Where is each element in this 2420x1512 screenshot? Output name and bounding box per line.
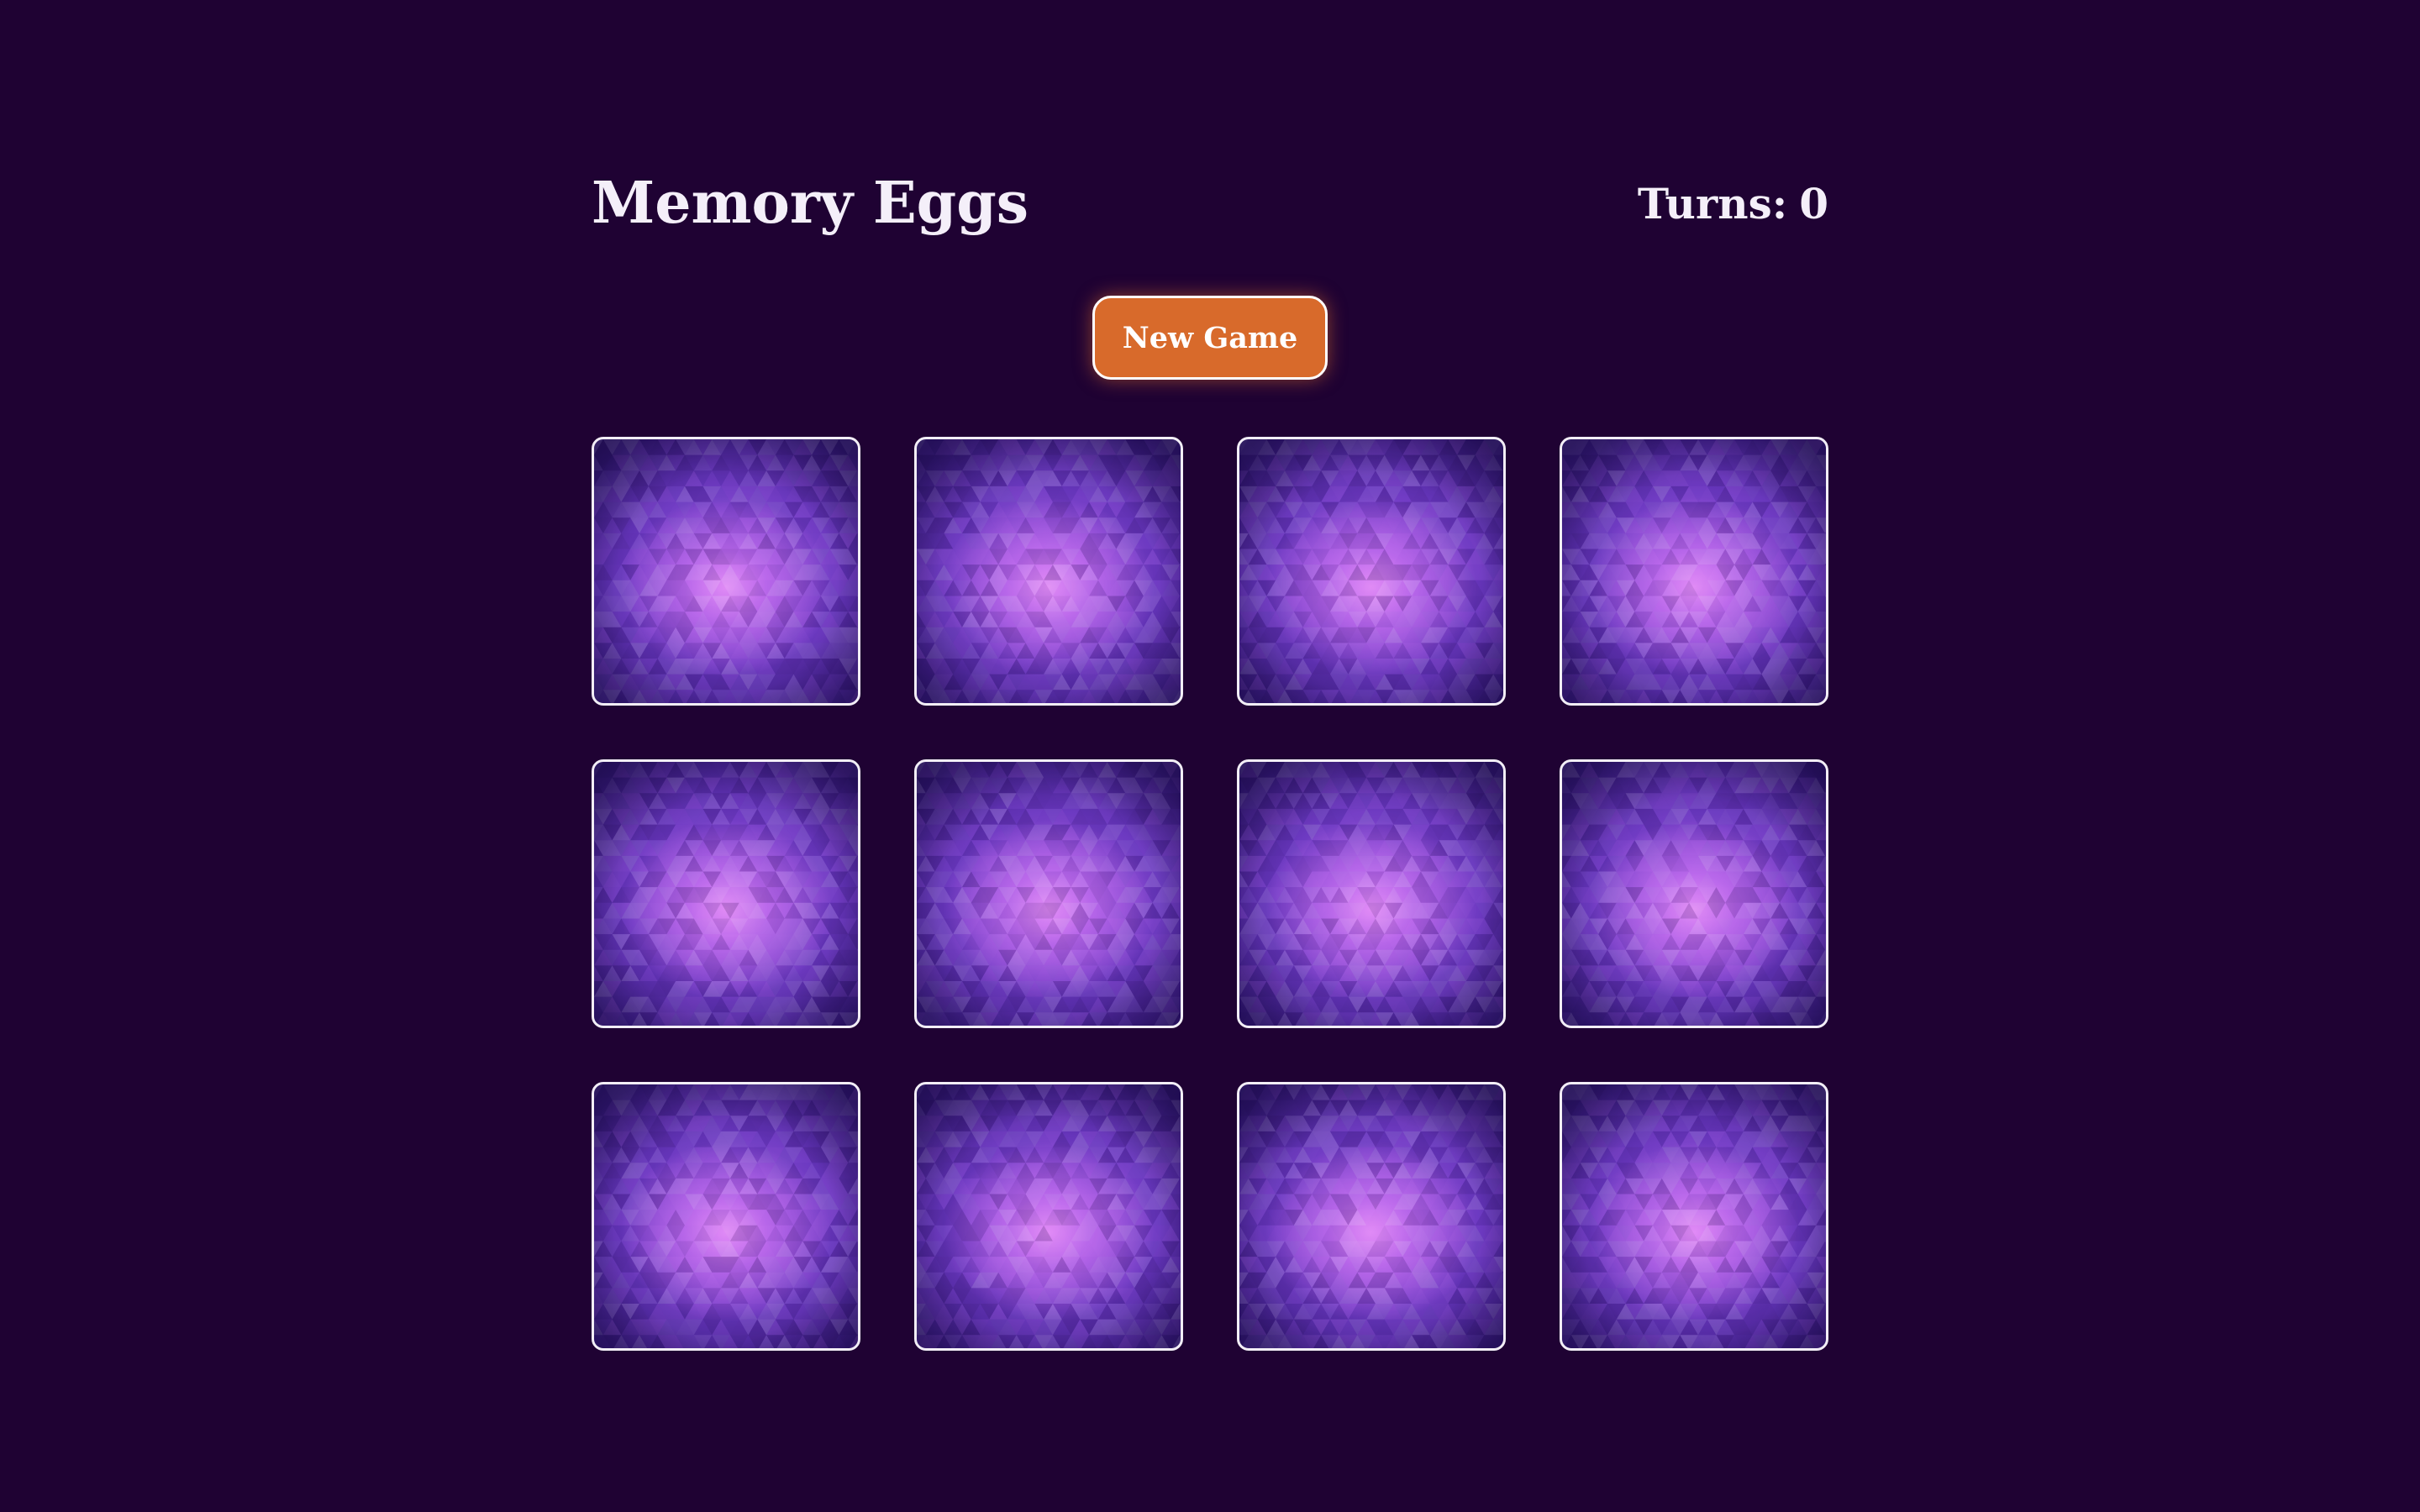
memory-card[interactable]	[914, 759, 1183, 1028]
game-app: Memory Eggs Turns: 0 New Game	[592, 0, 1828, 1512]
card-back-pattern	[917, 762, 1181, 1026]
turns-label: Turns:	[1637, 179, 1788, 228]
turns-value: 0	[1799, 179, 1828, 228]
memory-card[interactable]	[1560, 759, 1828, 1028]
card-back-pattern	[1562, 1084, 1826, 1348]
card-back-pattern	[1239, 762, 1503, 1026]
card-back-pattern	[1239, 439, 1503, 703]
memory-card[interactable]	[914, 437, 1183, 706]
card-back-pattern	[594, 439, 858, 703]
card-back-pattern	[1562, 439, 1826, 703]
memory-card[interactable]	[1560, 437, 1828, 706]
turns-counter: Turns: 0	[1638, 171, 1828, 237]
memory-card[interactable]	[1237, 437, 1506, 706]
game-header: Memory Eggs Turns: 0	[592, 165, 1828, 242]
game-title: Memory Eggs	[592, 170, 1029, 237]
card-back-pattern	[917, 439, 1181, 703]
memory-card[interactable]	[1237, 759, 1506, 1028]
memory-card[interactable]	[592, 1082, 860, 1351]
memory-card[interactable]	[592, 759, 860, 1028]
memory-card[interactable]	[914, 1082, 1183, 1351]
card-back-pattern	[917, 1084, 1181, 1348]
memory-card[interactable]	[592, 437, 860, 706]
card-back-pattern	[594, 1084, 858, 1348]
card-back-pattern	[594, 762, 858, 1026]
memory-card[interactable]	[1560, 1082, 1828, 1351]
card-back-pattern	[1562, 762, 1826, 1026]
memory-card[interactable]	[1237, 1082, 1506, 1351]
card-back-pattern	[1239, 1084, 1503, 1348]
new-game-button[interactable]: New Game	[1092, 296, 1328, 380]
